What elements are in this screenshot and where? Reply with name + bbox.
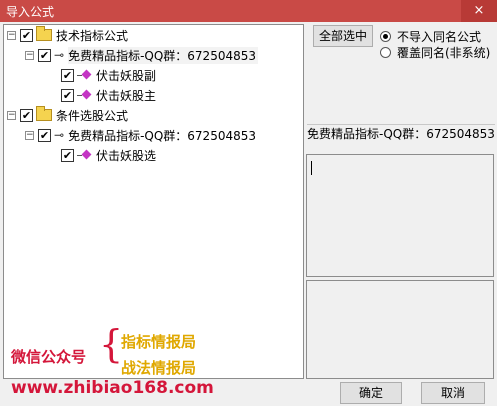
- source-checkbox[interactable]: ✔: [38, 48, 51, 62]
- formula-icon: [77, 89, 93, 101]
- collapse-icon[interactable]: −: [25, 50, 34, 60]
- promo-name-1: 指标情报局: [121, 333, 197, 351]
- folder-icon: [36, 26, 52, 41]
- select-all-button[interactable]: 全部选中: [313, 25, 373, 47]
- tree-group-technical[interactable]: − ✔ 技术指标公式: [7, 25, 128, 45]
- tree-item[interactable]: ✔ 伏击妖股选: [61, 145, 156, 165]
- radio-label: 不导入同名公式: [397, 30, 482, 44]
- tree-source-selection[interactable]: − ✔ ⊸ 免费精品指标-QQ群：672504853: [25, 125, 256, 145]
- folder-icon: [36, 106, 52, 121]
- item-label: 伏击妖股主: [96, 88, 157, 103]
- collapse-icon[interactable]: −: [7, 110, 16, 120]
- formula-tree[interactable]: − ✔ 技术指标公式 − ✔ ⊸ 免费精品指标-QQ群：672504853 ✔ …: [3, 24, 304, 379]
- title-bar: 导入公式 ×: [0, 0, 497, 22]
- promo-name-2: 战法情报局: [121, 359, 197, 377]
- source-label: 免费精品指标-QQ群：672504853: [68, 128, 256, 143]
- radio-selected-icon[interactable]: [380, 31, 391, 42]
- radio-label: 覆盖同名(非系统): [397, 46, 491, 60]
- close-icon[interactable]: ×: [461, 0, 497, 22]
- formula-icon: [77, 69, 93, 81]
- group-label: 技术指标公式: [56, 28, 129, 43]
- source-label: 免费精品指标-QQ群：672504853: [68, 46, 258, 64]
- tree-item[interactable]: ✔ 伏击妖股主: [61, 85, 156, 105]
- window-title: 导入公式: [6, 5, 55, 19]
- promo-url: www.zhibiao168.com: [11, 378, 214, 398]
- radio-unselected-icon[interactable]: [380, 47, 391, 58]
- item-checkbox[interactable]: ✔: [61, 88, 74, 102]
- source-checkbox[interactable]: ✔: [38, 128, 51, 142]
- tree-source-technical[interactable]: − ✔ ⊸ 免费精品指标-QQ群：672504853: [25, 45, 258, 65]
- radio-skip-duplicates[interactable]: 不导入同名公式: [380, 28, 481, 45]
- tree-item[interactable]: ✔ 伏击妖股副: [61, 65, 156, 85]
- text-caret: [311, 161, 312, 175]
- source-info-label: 免费精品指标-QQ群：672504853: [307, 124, 495, 154]
- tree-group-selection[interactable]: − ✔ 条件选股公式: [7, 105, 128, 125]
- key-icon: ⊸: [54, 128, 65, 142]
- key-icon: ⊸: [54, 48, 65, 62]
- item-checkbox[interactable]: ✔: [61, 148, 74, 162]
- group-checkbox[interactable]: ✔: [20, 28, 33, 42]
- item-checkbox[interactable]: ✔: [61, 68, 74, 82]
- cancel-button[interactable]: 取消: [421, 382, 485, 404]
- formula-icon: [77, 149, 93, 161]
- collapse-icon[interactable]: −: [25, 130, 34, 140]
- formula-description-box[interactable]: [306, 154, 494, 277]
- radio-overwrite[interactable]: 覆盖同名(非系统): [380, 44, 490, 61]
- wechat-label: 微信公众号: [11, 348, 87, 366]
- group-checkbox[interactable]: ✔: [20, 108, 33, 122]
- ok-button[interactable]: 确定: [340, 382, 402, 404]
- formula-detail-box[interactable]: [306, 280, 494, 379]
- brace: {: [99, 322, 124, 366]
- item-label: 伏击妖股选: [96, 148, 157, 163]
- group-label: 条件选股公式: [56, 108, 129, 123]
- item-label: 伏击妖股副: [96, 68, 157, 83]
- collapse-icon[interactable]: −: [7, 30, 16, 40]
